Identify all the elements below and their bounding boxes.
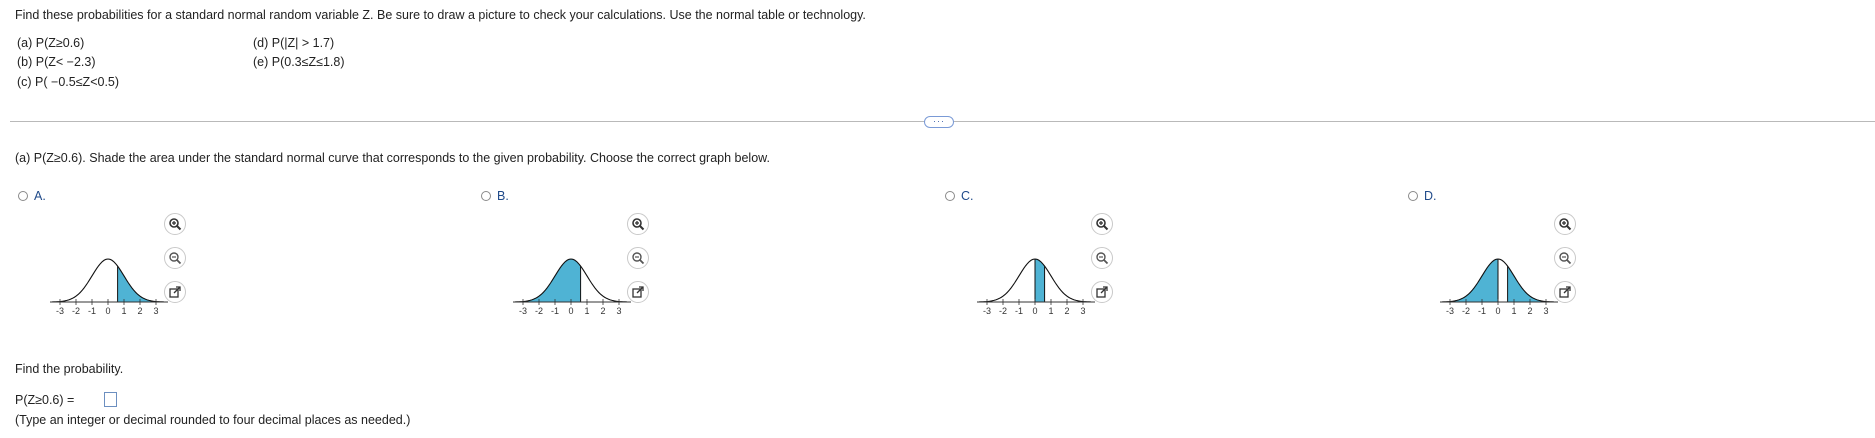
zoom-in-icon[interactable]: [627, 213, 649, 235]
zoom-out-icon[interactable]: [627, 247, 649, 269]
open-new-window-icon[interactable]: [1554, 281, 1576, 303]
tick-label: -3: [983, 306, 991, 316]
tick-label: 0: [1495, 306, 1500, 316]
part-d-label: (d) P(|Z| > 1.7): [253, 36, 335, 50]
tick-label: 3: [616, 306, 621, 316]
instructions: Find these probabilities for a standard …: [15, 8, 866, 22]
choice-a-label[interactable]: A.: [34, 189, 46, 203]
tick-label: 0: [1032, 306, 1037, 316]
answer-input[interactable]: [104, 392, 117, 407]
tick-label: -3: [1446, 306, 1454, 316]
part-e-label: (e) P(0.3≤Z≤1.8): [253, 55, 345, 69]
tick-label: 2: [137, 306, 142, 316]
tick-label: -2: [999, 306, 1007, 316]
zoom-in-icon[interactable]: [164, 213, 186, 235]
expand-more-button[interactable]: ···: [924, 116, 954, 128]
zoom-in-icon[interactable]: [1554, 213, 1576, 235]
shaded-region: [515, 259, 581, 302]
choice-a-radio[interactable]: [18, 191, 28, 201]
part-a-prompt: (a) P(Z≥0.6). Shade the area under the s…: [15, 151, 770, 165]
open-new-window-icon[interactable]: [1091, 281, 1113, 303]
tick-label: -1: [1478, 306, 1486, 316]
choice-d-label[interactable]: D.: [1424, 189, 1437, 203]
part-c-label: (c) P( −0.5≤Z<0.5): [17, 75, 120, 89]
choice-d-graph: -3 -2 -1 0 1 2 3: [1440, 258, 1558, 316]
choice-d-radio[interactable]: [1408, 191, 1418, 201]
choice-a-graph: -3 -2 -1 0 1 2 3: [50, 258, 168, 316]
tick-label: 0: [105, 306, 110, 316]
tick-label: 2: [1527, 306, 1532, 316]
shaded-region: [1035, 259, 1045, 302]
tick-label: 0: [568, 306, 573, 316]
answer-hint: (Type an integer or decimal rounded to f…: [15, 413, 411, 427]
open-new-window-icon[interactable]: [627, 281, 649, 303]
zoom-in-icon[interactable]: [1091, 213, 1113, 235]
tick-label: -3: [56, 306, 64, 316]
find-probability-label: Find the probability.: [15, 362, 124, 376]
tick-label: -3: [519, 306, 527, 316]
choice-b-graph: -3 -2 -1 0 1 2 3: [513, 258, 631, 316]
zoom-out-icon[interactable]: [1091, 247, 1113, 269]
choice-b-label[interactable]: B.: [497, 189, 509, 203]
tick-label: -1: [551, 306, 559, 316]
choice-c-graph: -3 -2 -1 0 1 2 3: [977, 258, 1095, 316]
tick-label: 3: [1543, 306, 1548, 316]
choice-c-label[interactable]: C.: [961, 189, 974, 203]
choice-c-radio[interactable]: [945, 191, 955, 201]
answer-prefix: P(Z≥0.6) =: [15, 393, 75, 407]
tick-label: -2: [1462, 306, 1470, 316]
tick-label: -1: [1015, 306, 1023, 316]
tick-label: -1: [88, 306, 96, 316]
part-b-label: (b) P(Z< −2.3): [17, 55, 96, 69]
tick-label: 2: [1064, 306, 1069, 316]
tick-label: 1: [1048, 306, 1053, 316]
tick-label: 1: [584, 306, 589, 316]
choice-d-tools: [1554, 213, 1578, 315]
part-a-label: (a) P(Z≥0.6): [17, 36, 85, 50]
tick-label: -2: [535, 306, 543, 316]
choice-a-tools: [164, 213, 188, 315]
tick-label: 1: [1511, 306, 1516, 316]
zoom-out-icon[interactable]: [164, 247, 186, 269]
tick-label: -2: [72, 306, 80, 316]
choice-c-tools: [1091, 213, 1115, 315]
open-new-window-icon[interactable]: [164, 281, 186, 303]
choice-b-tools: [627, 213, 651, 315]
tick-label: 2: [600, 306, 605, 316]
tick-label: 1: [121, 306, 126, 316]
choice-b-radio[interactable]: [481, 191, 491, 201]
tick-label: 3: [1080, 306, 1085, 316]
tick-label: 3: [153, 306, 158, 316]
zoom-out-icon[interactable]: [1554, 247, 1576, 269]
normal-curve: [51, 258, 165, 303]
